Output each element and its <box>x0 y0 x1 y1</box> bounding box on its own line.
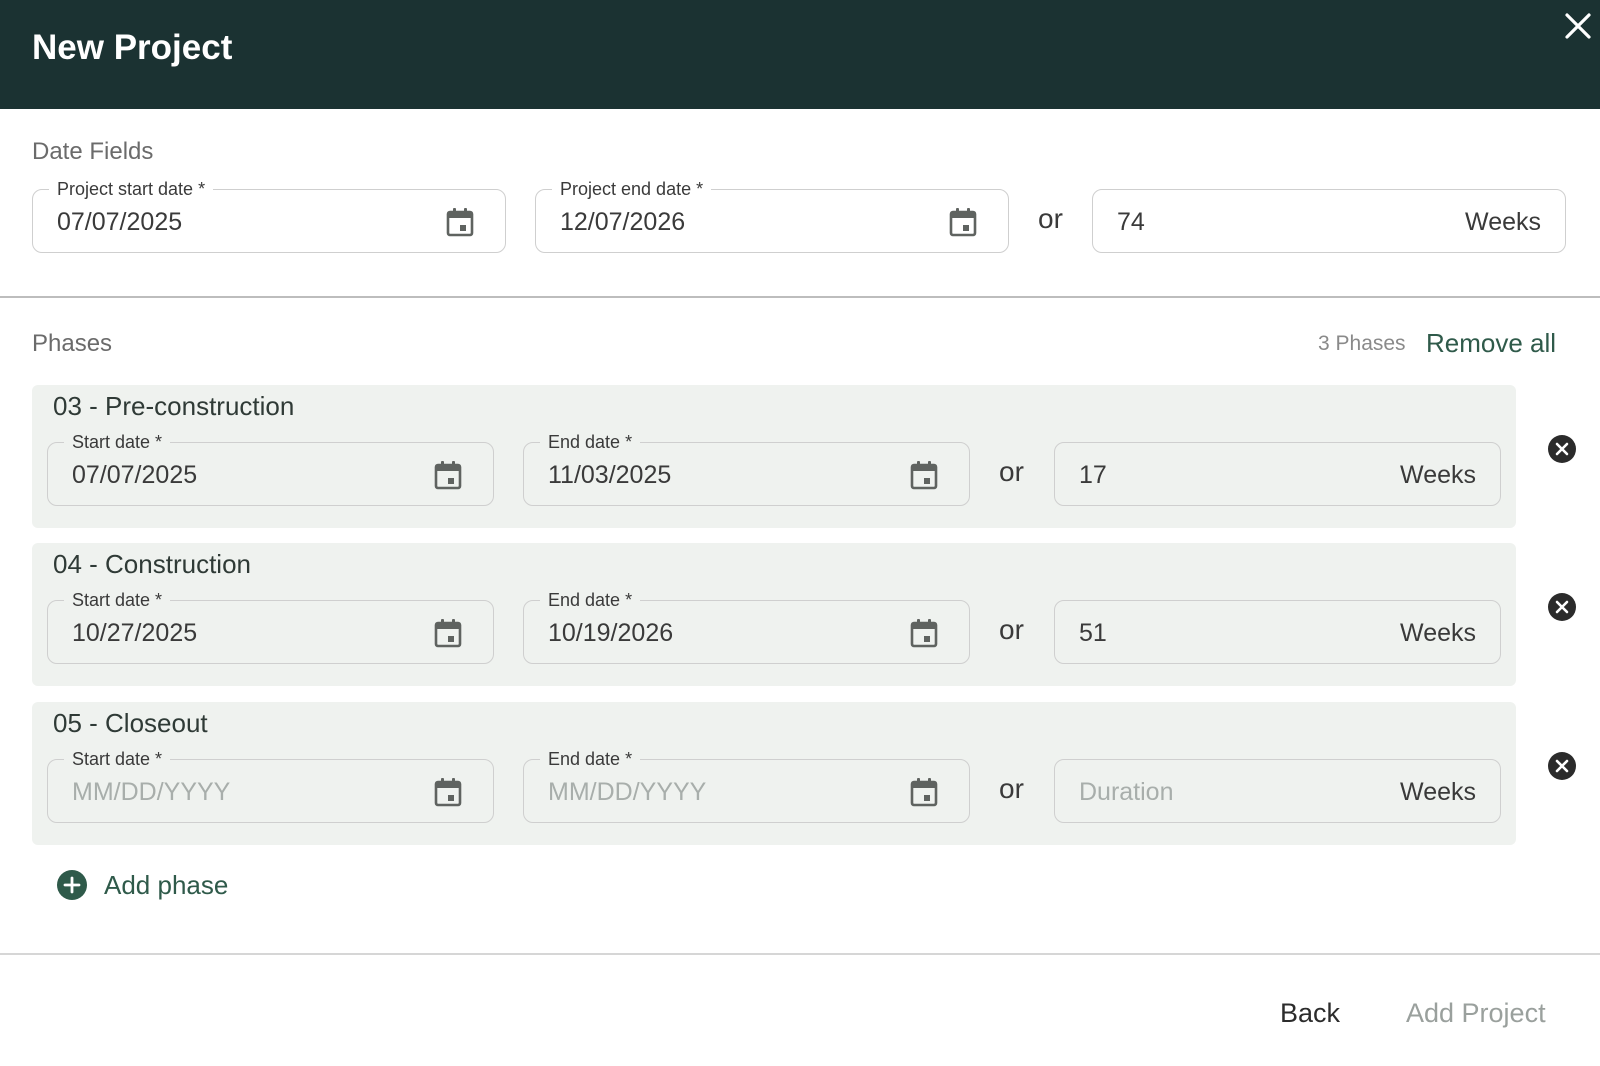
add-project-button[interactable]: Add Project <box>1406 998 1546 1029</box>
field-label: End date * <box>540 747 641 771</box>
date-fields-title: Date Fields <box>32 138 154 165</box>
add-phase-label[interactable]: Add phase <box>104 870 228 901</box>
calendar-icon[interactable] <box>907 775 941 809</box>
or-label: or <box>999 456 1024 487</box>
calendar-icon[interactable] <box>443 205 477 239</box>
section-divider <box>0 296 1600 298</box>
add-circle-icon[interactable] <box>56 869 88 901</box>
field-value[interactable]: 12/07/2026 <box>560 206 685 238</box>
field-label: End date * <box>540 430 641 454</box>
calendar-icon[interactable] <box>907 616 941 650</box>
duration-unit: Weeks <box>1465 208 1541 236</box>
field-value[interactable]: 07/07/2025 <box>72 459 197 491</box>
phase-title: 05 - Closeout <box>53 708 208 738</box>
field-value[interactable]: 07/07/2025 <box>57 206 182 238</box>
remove-circle-icon[interactable] <box>1547 751 1577 781</box>
field-value[interactable]: 51 <box>1079 617 1107 649</box>
phase-duration-field[interactable]: 51 Weeks <box>1054 600 1501 664</box>
phase-card: 05 - Closeout Start date * MM/DD/YYYY En… <box>32 702 1516 845</box>
phases-title: Phases <box>32 330 113 357</box>
phase-count: 3 Phases <box>1318 332 1406 355</box>
phase-card: 04 - Construction Start date * 10/27/202… <box>32 543 1516 686</box>
add-phase-button[interactable]: Add phase <box>56 868 228 902</box>
phase-end-date-field[interactable]: End date * 10/19/2026 <box>523 588 970 664</box>
field-label: Project end date * <box>552 177 712 201</box>
dialog-title: New Project <box>32 28 233 67</box>
footer-divider <box>0 953 1600 955</box>
or-label: or <box>999 773 1024 804</box>
project-duration-field[interactable]: 74 Weeks <box>1092 189 1566 253</box>
phase-end-date-field[interactable]: End date * 11/03/2025 <box>523 430 970 506</box>
calendar-icon[interactable] <box>907 458 941 492</box>
field-label: Start date * <box>64 588 171 612</box>
project-start-date-field[interactable]: Project start date * 07/07/2025 <box>32 177 506 253</box>
calendar-icon[interactable] <box>946 205 980 239</box>
field-value[interactable]: 11/03/2025 <box>548 459 671 491</box>
back-button[interactable]: Back <box>1280 998 1340 1029</box>
remove-circle-icon[interactable] <box>1547 592 1577 622</box>
field-placeholder[interactable]: Duration <box>1079 776 1174 808</box>
field-placeholder[interactable]: MM/DD/YYYY <box>72 776 230 808</box>
field-value[interactable]: 74 <box>1117 206 1145 238</box>
remove-circle-icon[interactable] <box>1547 434 1577 464</box>
or-label: or <box>1038 203 1063 234</box>
field-label: Project start date * <box>49 177 214 201</box>
field-value[interactable]: 10/27/2025 <box>72 617 197 649</box>
field-label: End date * <box>540 588 641 612</box>
field-label: Start date * <box>64 747 171 771</box>
remove-all-button[interactable]: Remove all <box>1426 328 1556 359</box>
phase-end-date-field[interactable]: End date * MM/DD/YYYY <box>523 747 970 823</box>
field-label: Start date * <box>64 430 171 454</box>
calendar-icon[interactable] <box>431 775 465 809</box>
phase-start-date-field[interactable]: Start date * 10/27/2025 <box>47 588 494 664</box>
calendar-icon[interactable] <box>431 458 465 492</box>
or-label: or <box>999 614 1024 645</box>
field-value[interactable]: 17 <box>1079 459 1107 491</box>
field-placeholder[interactable]: MM/DD/YYYY <box>548 776 706 808</box>
phase-title: 04 - Construction <box>53 549 251 579</box>
phase-duration-field[interactable]: 17 Weeks <box>1054 442 1501 506</box>
dialog-header: New Project <box>0 0 1600 109</box>
phase-title: 03 - Pre-construction <box>53 391 295 421</box>
phase-start-date-field[interactable]: Start date * 07/07/2025 <box>47 430 494 506</box>
duration-unit: Weeks <box>1400 461 1476 489</box>
field-value[interactable]: 10/19/2026 <box>548 617 673 649</box>
phase-start-date-field[interactable]: Start date * MM/DD/YYYY <box>47 747 494 823</box>
project-end-date-field[interactable]: Project end date * 12/07/2026 <box>535 177 1009 253</box>
close-icon[interactable] <box>1560 8 1596 44</box>
phase-card: 03 - Pre-construction Start date * 07/07… <box>32 385 1516 528</box>
calendar-icon[interactable] <box>431 616 465 650</box>
phase-duration-field[interactable]: Duration Weeks <box>1054 759 1501 823</box>
duration-unit: Weeks <box>1400 619 1476 647</box>
duration-unit: Weeks <box>1400 778 1476 806</box>
